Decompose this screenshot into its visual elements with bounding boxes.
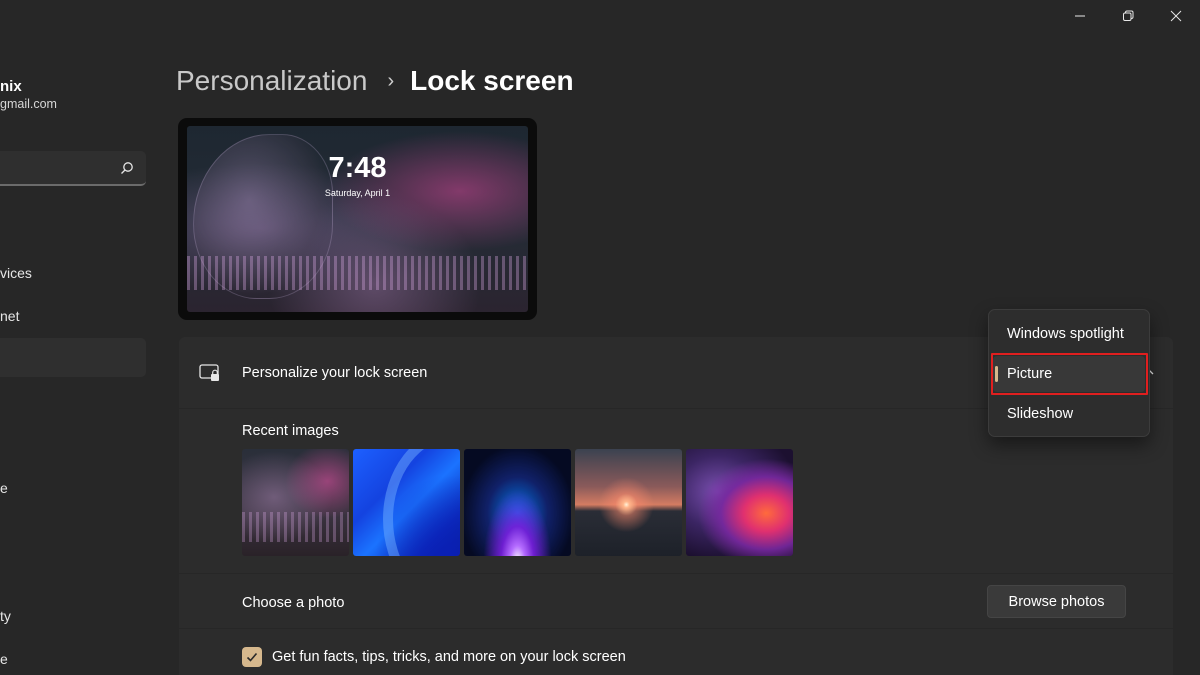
breadcrumb: Personalization › Lock screen xyxy=(176,63,574,99)
user-name: nix xyxy=(0,78,22,95)
sidebar-item-accessibility[interactable]: ty xyxy=(0,608,11,624)
choose-photo-row: Choose a photo Browse photos xyxy=(179,574,1173,628)
search-box[interactable] xyxy=(0,151,146,186)
recent-image-4[interactable] xyxy=(575,449,682,556)
minimize-icon[interactable] xyxy=(1056,0,1104,32)
sidebar-item-windows-update[interactable]: e xyxy=(0,651,8,667)
search-icon[interactable] xyxy=(120,161,134,175)
dropdown-option-picture[interactable]: Picture xyxy=(993,356,1145,392)
lock-screen-preview: 7:48 Saturday, April 1 xyxy=(178,118,537,320)
personalize-lock-screen-label: Personalize your lock screen xyxy=(242,365,428,381)
preview-time: 7:48 xyxy=(328,152,387,184)
tips-checkbox[interactable] xyxy=(242,647,262,667)
sidebar-item-devices[interactable]: vices xyxy=(0,265,32,281)
preview-date: Saturday, April 1 xyxy=(324,188,391,198)
tips-row: Get fun facts, tips, tricks, and more on… xyxy=(179,629,1173,675)
window-controls xyxy=(1056,0,1200,32)
preview-image: 7:48 Saturday, April 1 xyxy=(187,126,528,312)
sidebar-item-network[interactable]: net xyxy=(0,308,19,324)
lock-screen-dropdown: Windows spotlight Picture Slideshow xyxy=(988,309,1150,437)
dropdown-option-slideshow[interactable]: Slideshow xyxy=(993,396,1145,432)
checkmark-icon xyxy=(246,652,258,662)
choose-photo-label: Choose a photo xyxy=(242,595,345,611)
page-title: Lock screen xyxy=(410,65,574,96)
browse-photos-button[interactable]: Browse photos xyxy=(987,585,1126,618)
restore-icon[interactable] xyxy=(1104,0,1152,32)
sidebar-item-personalization[interactable] xyxy=(0,338,146,377)
chevron-right-icon: › xyxy=(387,69,395,92)
preview-lights xyxy=(187,256,528,290)
lock-screen-icon xyxy=(199,364,219,381)
recent-image-3[interactable] xyxy=(464,449,571,556)
user-email: gmail.com xyxy=(0,97,57,111)
close-icon[interactable] xyxy=(1152,0,1200,32)
recent-images-list xyxy=(242,449,793,556)
tips-label[interactable]: Get fun facts, tips, tricks, and more on… xyxy=(272,649,626,665)
dropdown-option-picture-label: Picture xyxy=(1007,366,1053,382)
breadcrumb-parent[interactable]: Personalization xyxy=(176,65,367,97)
sidebar: nix gmail.com vices net e ty e xyxy=(0,0,160,675)
recent-image-5[interactable] xyxy=(686,449,793,556)
sidebar-item-time-language[interactable]: e xyxy=(0,480,8,496)
search-input[interactable] xyxy=(0,151,110,184)
selection-indicator xyxy=(995,366,998,382)
recent-image-1[interactable] xyxy=(242,449,349,556)
recent-images-label: Recent images xyxy=(242,423,339,439)
dropdown-option-windows-spotlight[interactable]: Windows spotlight xyxy=(993,316,1145,352)
recent-image-2[interactable] xyxy=(353,449,460,556)
